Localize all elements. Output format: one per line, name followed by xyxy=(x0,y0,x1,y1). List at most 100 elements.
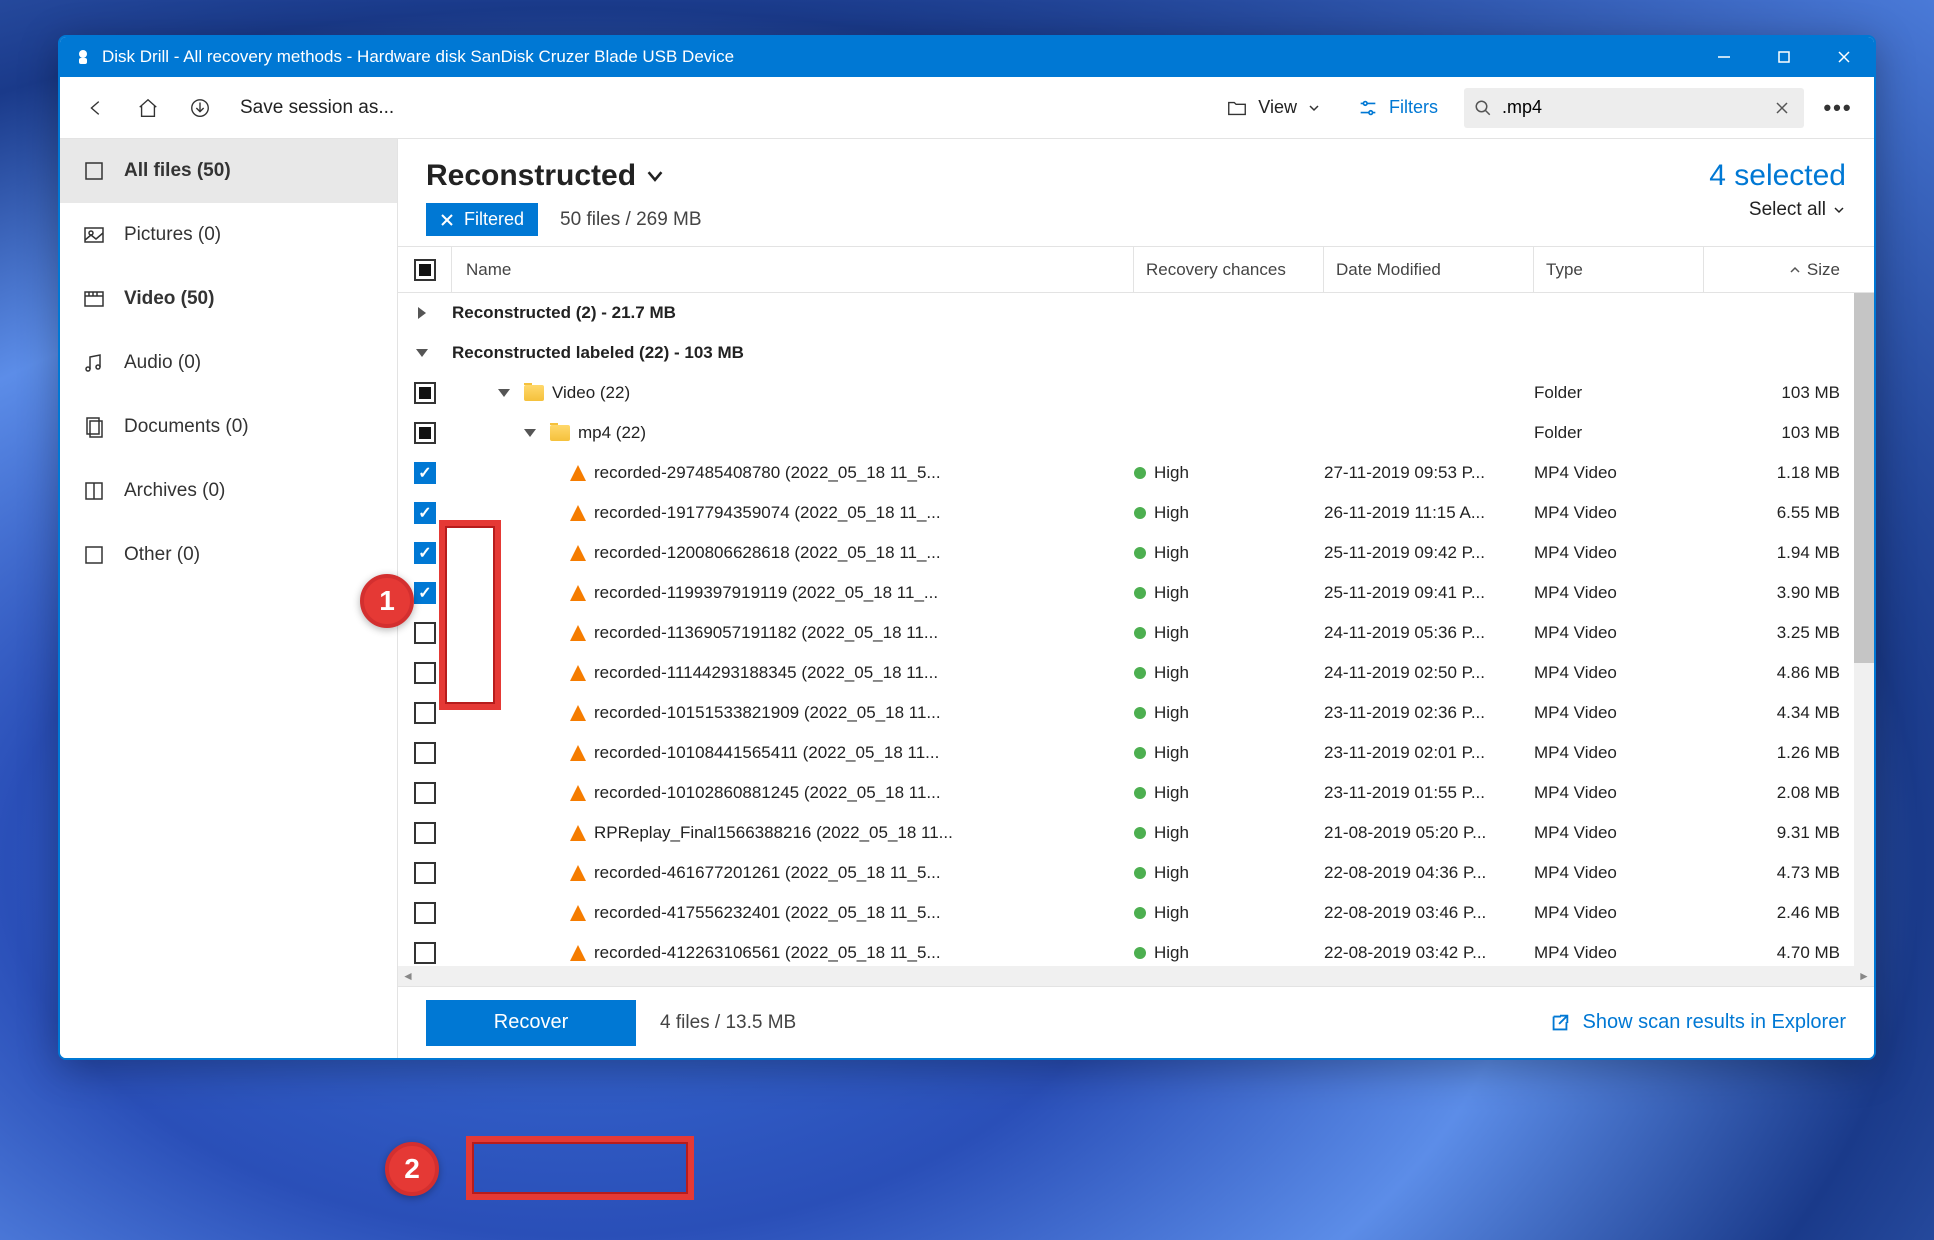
group-row[interactable]: Reconstructed (2) - 21.7 MB xyxy=(398,293,1874,333)
sidebar-item-pictures[interactable]: Pictures (0) xyxy=(60,203,397,267)
file-name: recorded-1917794359074 (2022_05_18 11_..… xyxy=(594,503,941,523)
recovery-value: High xyxy=(1154,663,1189,683)
sidebar-item-documents[interactable]: Documents (0) xyxy=(60,395,397,459)
folder-row[interactable]: Video (22) Folder 103 MB xyxy=(398,373,1874,413)
file-row[interactable]: recorded-11144293188345 (2022_05_18 11..… xyxy=(398,653,1874,693)
minimize-button[interactable] xyxy=(1694,37,1754,77)
file-row[interactable]: recorded-10102860881245 (2022_05_18 11..… xyxy=(398,773,1874,813)
sidebar-item-other[interactable]: Other (0) xyxy=(60,523,397,587)
file-row[interactable]: recorded-297485408780 (2022_05_18 11_5..… xyxy=(398,453,1874,493)
sidebar-item-audio[interactable]: Audio (0) xyxy=(60,331,397,395)
file-row[interactable]: recorded-417556232401 (2022_05_18 11_5..… xyxy=(398,893,1874,933)
vlc-icon xyxy=(570,585,586,601)
filtered-badge[interactable]: Filtered xyxy=(426,203,538,236)
search-input[interactable] xyxy=(1502,97,1760,118)
recovery-value: High xyxy=(1154,823,1189,843)
row-date: 27-11-2019 09:53 P... xyxy=(1324,463,1534,483)
table-header: Name Recovery chances Date Modified Type… xyxy=(398,247,1874,293)
close-button[interactable] xyxy=(1814,37,1874,77)
file-row[interactable]: recorded-1199397919119 (2022_05_18 11_..… xyxy=(398,573,1874,613)
recovery-value: High xyxy=(1154,703,1189,723)
file-row[interactable]: recorded-10151533821909 (2022_05_18 11..… xyxy=(398,693,1874,733)
row-type: Folder xyxy=(1534,423,1704,443)
row-checkbox[interactable] xyxy=(414,542,436,564)
row-checkbox[interactable] xyxy=(414,622,436,644)
row-checkbox[interactable] xyxy=(414,942,436,964)
row-type: MP4 Video xyxy=(1534,583,1704,603)
folder-row[interactable]: mp4 (22) Folder 103 MB xyxy=(398,413,1874,453)
file-row[interactable]: recorded-11369057191182 (2022_05_18 11..… xyxy=(398,613,1874,653)
row-checkbox[interactable] xyxy=(414,902,436,924)
row-checkbox[interactable] xyxy=(414,502,436,524)
row-checkbox[interactable] xyxy=(414,742,436,764)
row-checkbox[interactable] xyxy=(414,382,436,404)
row-checkbox[interactable] xyxy=(414,582,436,604)
file-count: 50 files / 269 MB xyxy=(560,209,702,231)
row-checkbox[interactable] xyxy=(414,462,436,484)
filtered-label: Filtered xyxy=(464,209,524,230)
group-row[interactable]: Reconstructed labeled (22) - 103 MB xyxy=(398,333,1874,373)
file-row[interactable]: recorded-10108441565411 (2022_05_18 11..… xyxy=(398,733,1874,773)
row-checkbox[interactable] xyxy=(414,782,436,804)
sidebar-item-label: Pictures (0) xyxy=(124,224,221,246)
file-row[interactable]: recorded-1200806628618 (2022_05_18 11_..… xyxy=(398,533,1874,573)
more-button[interactable]: ••• xyxy=(1820,95,1856,121)
recover-button[interactable]: Recover xyxy=(426,1000,636,1046)
vlc-icon xyxy=(570,825,586,841)
row-checkbox[interactable] xyxy=(414,702,436,724)
sidebar: All files (50) Pictures (0) Video (50) A… xyxy=(60,139,398,1058)
footer-info: 4 files / 13.5 MB xyxy=(660,1012,796,1034)
maximize-button[interactable] xyxy=(1754,37,1814,77)
file-row[interactable]: recorded-461677201261 (2022_05_18 11_5..… xyxy=(398,853,1874,893)
row-type: MP4 Video xyxy=(1534,823,1704,843)
column-type[interactable]: Type xyxy=(1534,247,1704,292)
horizontal-scrollbar[interactable]: ◄► xyxy=(398,966,1874,986)
file-row[interactable]: RPReplay_Final1566388216 (2022_05_18 11.… xyxy=(398,813,1874,853)
row-checkbox[interactable] xyxy=(414,822,436,844)
home-button[interactable] xyxy=(130,90,166,126)
view-dropdown[interactable]: View xyxy=(1216,91,1331,125)
status-dot-icon xyxy=(1134,467,1146,479)
sidebar-item-label: All files (50) xyxy=(124,160,231,182)
vlc-icon xyxy=(570,745,586,761)
download-icon[interactable] xyxy=(182,90,218,126)
vertical-scrollbar[interactable] xyxy=(1854,293,1874,966)
main-header: Reconstructed Filtered 50 files / 269 MB… xyxy=(398,139,1874,246)
back-button[interactable] xyxy=(78,90,114,126)
file-row[interactable]: recorded-412263106561 (2022_05_18 11_5..… xyxy=(398,933,1874,966)
row-size: 1.26 MB xyxy=(1704,743,1854,763)
row-date: 22-08-2019 03:46 P... xyxy=(1324,903,1534,923)
filters-button[interactable]: Filters xyxy=(1347,91,1448,125)
header-checkbox[interactable] xyxy=(414,259,436,281)
audio-icon xyxy=(82,351,106,375)
search-box[interactable] xyxy=(1464,88,1804,128)
column-date[interactable]: Date Modified xyxy=(1324,247,1534,292)
collapse-icon xyxy=(498,389,510,397)
select-all-button[interactable]: Select all xyxy=(1709,199,1846,221)
row-checkbox[interactable] xyxy=(414,862,436,884)
row-checkbox[interactable] xyxy=(414,662,436,684)
sidebar-item-archives[interactable]: Archives (0) xyxy=(60,459,397,523)
show-in-explorer-link[interactable]: Show scan results in Explorer xyxy=(1549,1011,1846,1034)
row-checkbox[interactable] xyxy=(414,422,436,444)
file-name: recorded-10102860881245 (2022_05_18 11..… xyxy=(594,783,941,803)
sidebar-item-video[interactable]: Video (50) xyxy=(60,267,397,331)
row-size: 4.70 MB xyxy=(1704,943,1854,963)
status-dot-icon xyxy=(1134,587,1146,599)
file-name: recorded-11144293188345 (2022_05_18 11..… xyxy=(594,663,938,683)
main-title-dropdown[interactable]: Reconstructed xyxy=(426,159,702,193)
column-name[interactable]: Name xyxy=(452,247,1134,292)
column-size[interactable]: Size xyxy=(1704,247,1854,292)
sidebar-item-all-files[interactable]: All files (50) xyxy=(60,139,397,203)
search-icon xyxy=(1474,99,1492,117)
column-recovery[interactable]: Recovery chances xyxy=(1134,247,1324,292)
clear-search-button[interactable] xyxy=(1770,96,1794,120)
status-dot-icon xyxy=(1134,507,1146,519)
view-label: View xyxy=(1258,97,1297,118)
save-session-button[interactable]: Save session as... xyxy=(234,97,400,119)
table-body[interactable]: Reconstructed (2) - 21.7 MB Reconstructe… xyxy=(398,293,1874,966)
sidebar-item-label: Archives (0) xyxy=(124,480,225,502)
file-row[interactable]: recorded-1917794359074 (2022_05_18 11_..… xyxy=(398,493,1874,533)
row-type: Folder xyxy=(1534,383,1704,403)
documents-icon xyxy=(82,415,106,439)
